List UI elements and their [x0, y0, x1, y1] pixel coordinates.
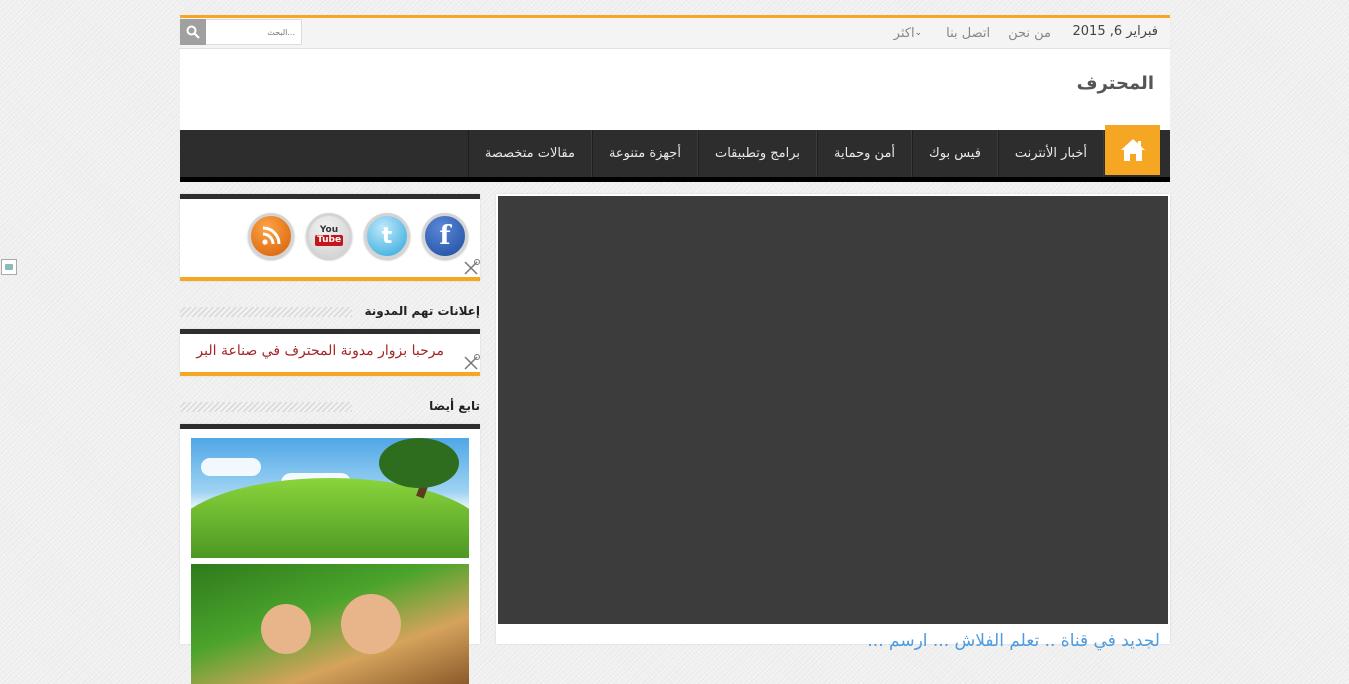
- ads-marquee-text: مرحبا بزوار مدونة المحترف في صناعة البر: [196, 343, 444, 359]
- home-icon: [1120, 139, 1145, 161]
- search-icon: [186, 25, 200, 39]
- search-button[interactable]: [180, 19, 206, 45]
- main-nav: أخبار الأنترنت فيس بوك أمن وحماية برامج …: [180, 125, 1170, 182]
- top-link-more-label: اكثر: [893, 25, 915, 41]
- top-bar: من نحن اتصل بنا اكثر ⌄ فبراير 6, 2015: [180, 15, 1170, 49]
- top-link-contact[interactable]: اتصل بنا: [937, 26, 999, 41]
- search-input[interactable]: [206, 19, 302, 45]
- ads-title-label: إعلانات تهم المدونة: [364, 304, 480, 318]
- top-nav: من نحن اتصل بنا اكثر ⌄: [885, 18, 1060, 48]
- nav-item-internet-news[interactable]: أخبار الأنترنت: [997, 130, 1104, 177]
- social-widget: f t You Tube: [180, 194, 480, 281]
- ads-widget-title: إعلانات تهم المدونة: [180, 303, 480, 323]
- follow-widget: [180, 424, 480, 684]
- sidebar: f t You Tube إعلانات تهم المدونة مرحبا ب…: [180, 194, 480, 684]
- site-header: المحترف: [180, 49, 1170, 130]
- page-wrapper: من نحن اتصل بنا اكثر ⌄ فبراير 6, 2015 ال…: [180, 15, 1170, 684]
- ads-widget: مرحبا بزوار مدونة المحترف في صناعة البر: [180, 329, 480, 376]
- search-form: [180, 19, 302, 45]
- nav-item-security[interactable]: أمن وحماية: [817, 130, 913, 177]
- youtube-icon[interactable]: You Tube: [306, 213, 352, 259]
- social-icons: f t You Tube: [248, 213, 468, 259]
- broken-image-icon: [1, 259, 17, 275]
- follow-thumbnail-2[interactable]: [191, 564, 469, 684]
- follow-thumbnail-1[interactable]: [191, 438, 469, 558]
- nav-items: أخبار الأنترنت فيس بوك أمن وحماية برامج …: [467, 130, 1104, 177]
- cloud-shape: [201, 458, 261, 476]
- chevron-down-icon: ⌄: [914, 28, 923, 38]
- title-stripes: [180, 402, 352, 412]
- facebook-icon[interactable]: f: [422, 213, 468, 259]
- slider-image-area[interactable]: [498, 196, 1168, 624]
- home-button[interactable]: [1105, 125, 1160, 175]
- character-face-shape: [261, 604, 311, 654]
- nav-item-devices[interactable]: أجهزة متنوعة: [591, 130, 698, 177]
- slider-caption[interactable]: لجديد في قناة .. تعلم الفلاش ... ارسم ..…: [867, 631, 1160, 651]
- youtube-you-text: You: [319, 225, 339, 235]
- hill-shape: [191, 478, 469, 558]
- rss-glyph-icon: [262, 226, 281, 245]
- tree-shape: [379, 438, 459, 488]
- title-stripes: [180, 307, 352, 317]
- follow-widget-title: تابع أيضا: [180, 398, 480, 418]
- site-logo[interactable]: المحترف: [1077, 73, 1154, 94]
- featured-slider: لجديد في قناة .. تعلم الفلاش ... ارسم ..…: [496, 194, 1170, 651]
- current-date: فبراير 6, 2015: [1072, 24, 1159, 39]
- top-link-more[interactable]: اكثر ⌄: [885, 26, 937, 41]
- nav-item-articles[interactable]: مقالات متخصصة: [467, 130, 592, 177]
- tools-icon[interactable]: [462, 259, 480, 277]
- top-link-about[interactable]: من نحن: [999, 26, 1060, 41]
- twitter-icon[interactable]: t: [364, 213, 410, 259]
- youtube-tube-text: Tube: [314, 235, 344, 246]
- rss-icon[interactable]: [248, 213, 294, 259]
- character-face-shape: [341, 594, 401, 654]
- nav-item-software[interactable]: برامج وتطبيقات: [697, 130, 818, 177]
- follow-title-label: تابع أيضا: [429, 399, 480, 413]
- nav-item-facebook[interactable]: فيس بوك: [912, 130, 998, 177]
- tools-icon[interactable]: [462, 354, 480, 372]
